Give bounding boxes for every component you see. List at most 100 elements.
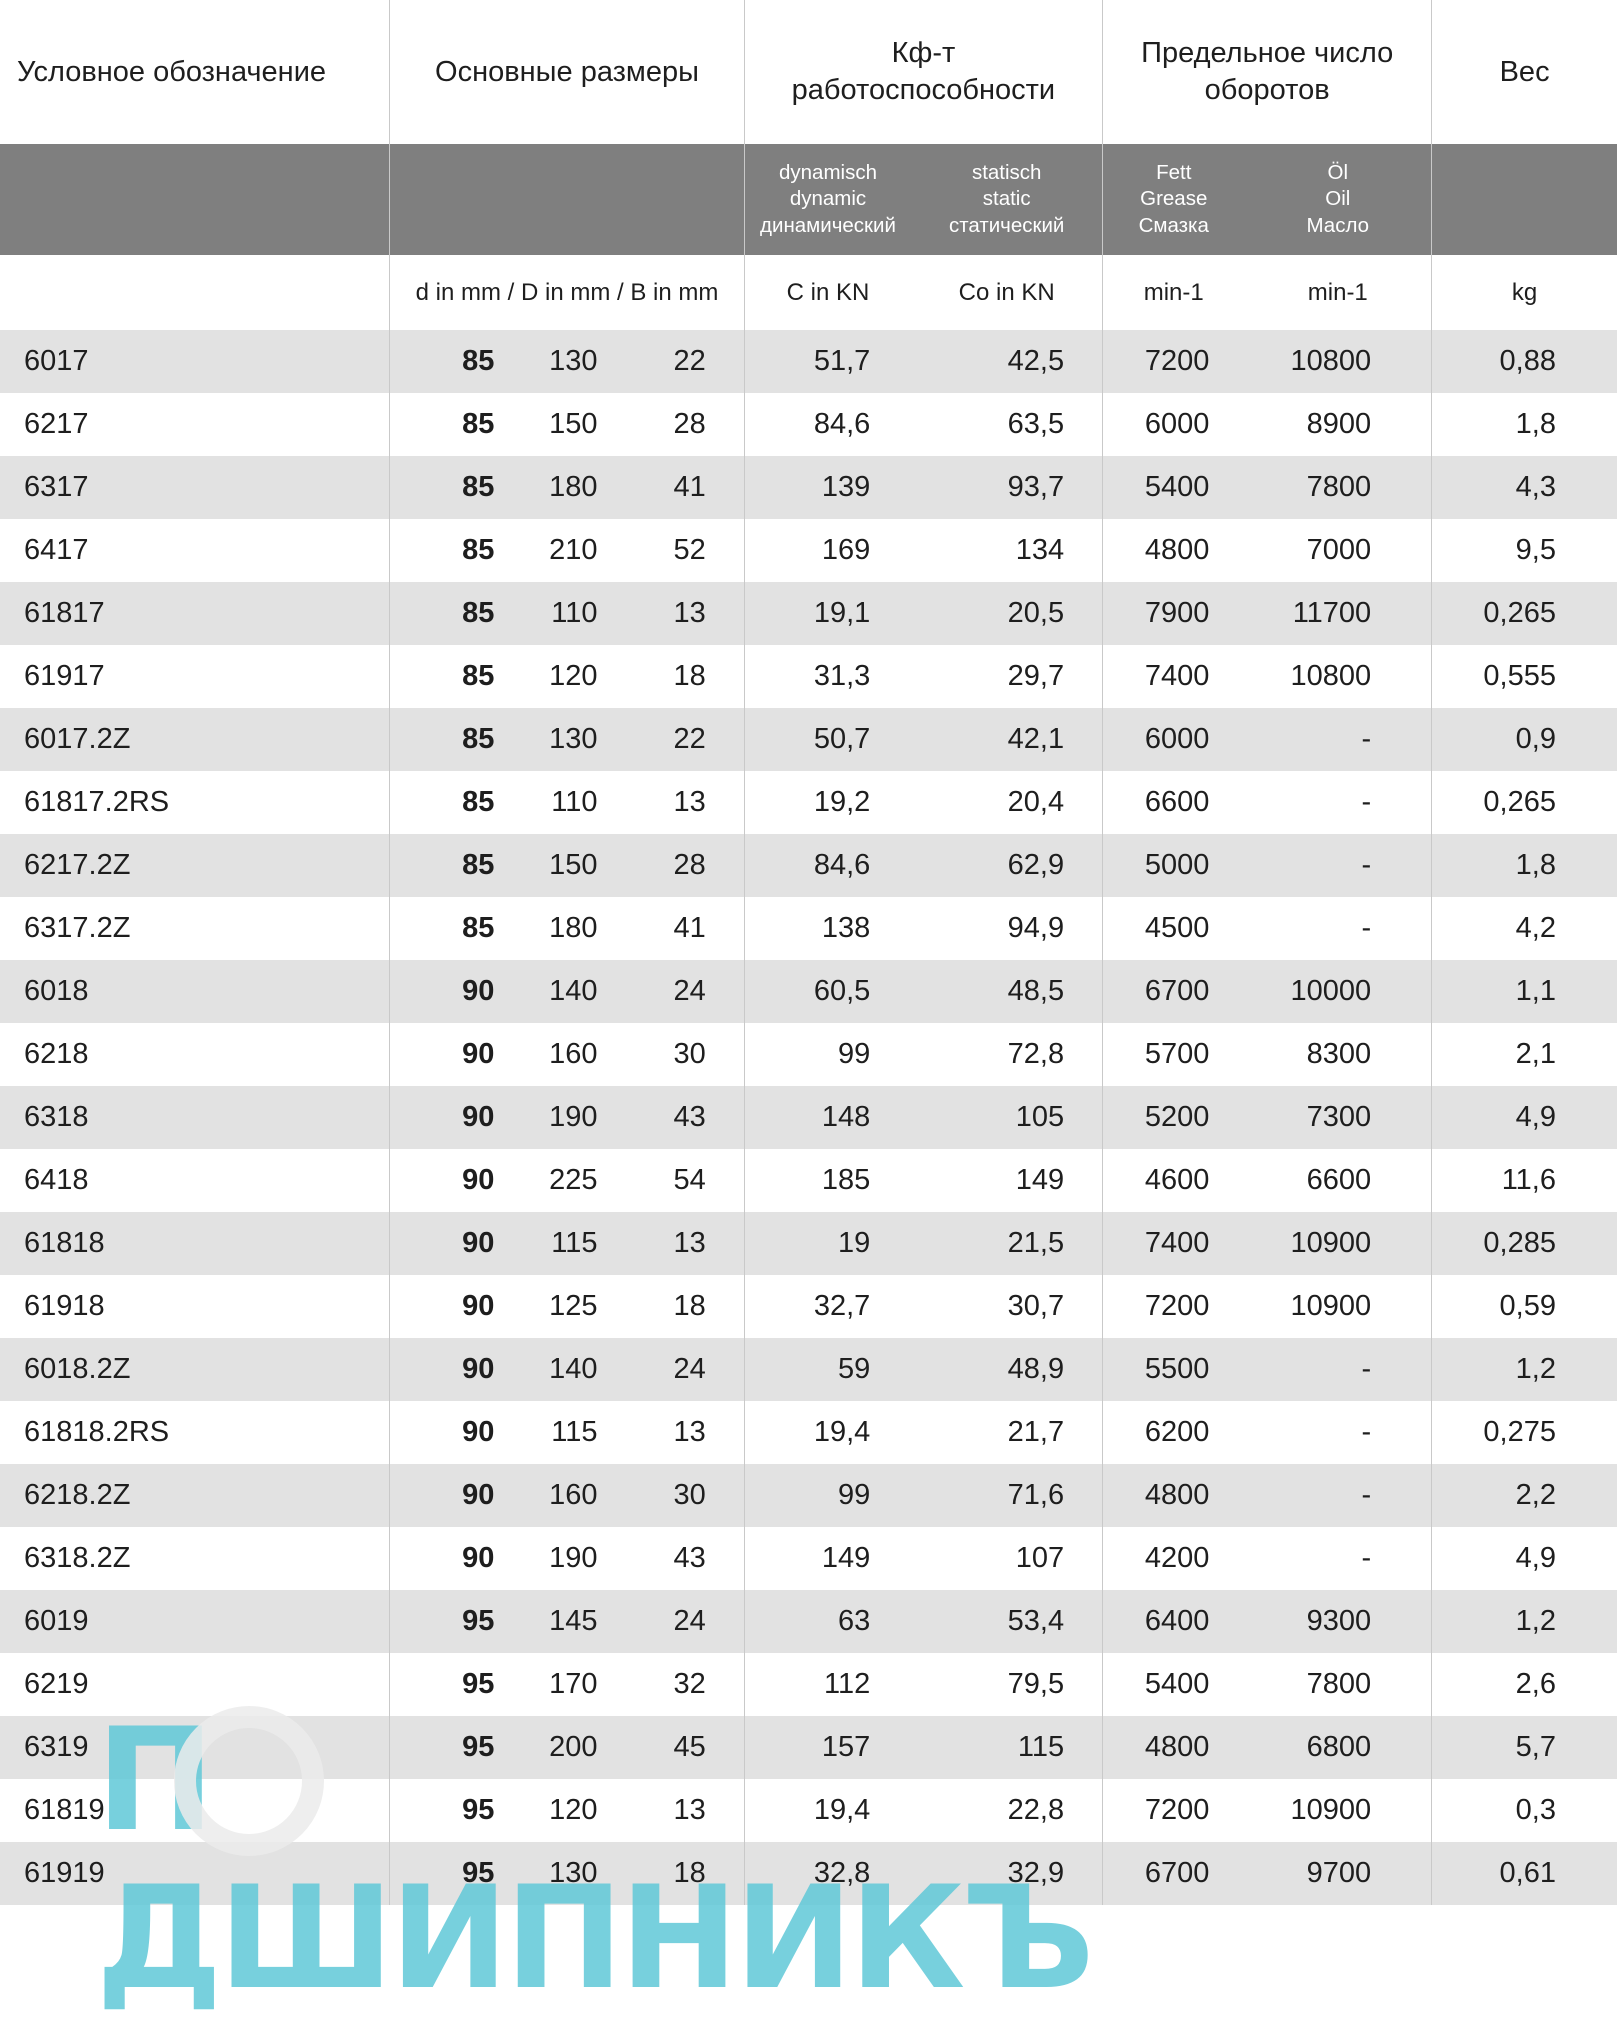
oil-speed-cell: 7000 xyxy=(1244,519,1433,582)
subheader-dynamic-de: dynamisch xyxy=(778,160,877,184)
c-cell: 32,7 xyxy=(813,1290,871,1322)
outer-d-cell: 145 xyxy=(521,1590,610,1653)
outer-d-cell: 190 xyxy=(549,1542,598,1574)
b-cell: 24 xyxy=(609,960,745,1023)
designation-cell: 6319 xyxy=(0,1716,391,1779)
unit-oil: min-1 xyxy=(1244,255,1433,330)
weight-cell: 4,3 xyxy=(1431,456,1617,519)
table-row: 61918 90 125 18 32,7 30,7 7200 10900 0,59 xyxy=(0,1275,1617,1338)
weight-cell: 0,88 xyxy=(1431,330,1617,393)
outer-d-cell: 160 xyxy=(549,1038,598,1070)
b-cell: 13 xyxy=(609,582,745,645)
unit-designation-empty xyxy=(0,255,391,330)
b-cell: 41 xyxy=(609,897,745,960)
d-cell: 90 xyxy=(389,1338,522,1401)
co-cell: 48,9 xyxy=(911,1338,1104,1401)
outer-d-cell: 180 xyxy=(521,456,610,519)
b-cell: 13 xyxy=(609,771,745,834)
header-load-line1: Кф-т xyxy=(891,37,956,69)
b-cell: 52 xyxy=(609,519,745,582)
co-cell: 93,7 xyxy=(911,456,1104,519)
grease-speed-cell: 4200 xyxy=(1144,1542,1210,1574)
table-row: 6018 90 140 24 60,5 48,5 6700 10000 1,1 xyxy=(0,960,1617,1023)
b-cell: 18 xyxy=(609,1842,745,1905)
grease-speed-cell: 5500 xyxy=(1102,1338,1245,1401)
unit-grease: min-1 xyxy=(1143,278,1204,306)
d-cell: 95 xyxy=(389,1590,522,1653)
subheader-static: statisch static статический xyxy=(911,144,1104,255)
weight-cell: 1,2 xyxy=(1431,1590,1617,1653)
table-row: 6317 85 180 41 139 93,7 5400 7800 4,3 xyxy=(0,456,1617,519)
header-speed-limit: Предельное число оборотов xyxy=(1102,0,1433,144)
grease-speed-cell: 4500 xyxy=(1144,912,1210,944)
c-cell: 19,2 xyxy=(813,786,871,818)
d-cell: 85 xyxy=(389,582,522,645)
c-cell: 185 xyxy=(821,1164,871,1196)
co-cell: 63,5 xyxy=(911,393,1104,456)
oil-speed-cell: - xyxy=(1244,708,1433,771)
co-cell: 32,9 xyxy=(911,1842,1104,1905)
designation-cell: 61818 xyxy=(0,1212,391,1275)
co-cell: 42,1 xyxy=(911,708,1104,771)
outer-d-cell: 150 xyxy=(549,408,598,440)
oil-speed-cell: - xyxy=(1244,834,1433,897)
header-speed-line2: оборотов xyxy=(1204,74,1330,106)
grease-speed-cell: 6700 xyxy=(1102,960,1245,1023)
oil-speed-cell: 8900 xyxy=(1244,393,1433,456)
oil-speed-cell: - xyxy=(1244,771,1433,834)
outer-d-cell: 110 xyxy=(521,582,610,645)
oil-speed-cell: 9700 xyxy=(1244,1842,1433,1905)
outer-d-cell: 130 xyxy=(521,330,610,393)
d-cell: 85 xyxy=(462,534,495,566)
d-cell: 85 xyxy=(462,912,495,944)
b-cell: 41 xyxy=(609,456,745,519)
grease-speed-cell: 4800 xyxy=(1102,1716,1245,1779)
oil-speed-cell: 10800 xyxy=(1244,330,1433,393)
b-cell: 30 xyxy=(609,1023,745,1086)
header-dimensions: Основные размеры xyxy=(389,0,745,144)
co-cell: 20,4 xyxy=(911,771,1104,834)
outer-d-cell: 200 xyxy=(521,1716,610,1779)
table-row: 61817 85 110 13 19,1 20,5 7900 11700 0,265 xyxy=(0,582,1617,645)
weight-cell: 0,9 xyxy=(1431,708,1617,771)
header-speed-line1: Предельное число xyxy=(1141,37,1394,69)
oil-speed-cell: 6600 xyxy=(1244,1149,1433,1212)
grease-speed-cell: 4800 xyxy=(1102,1464,1245,1527)
subheader-oil-ru: Масло xyxy=(1306,213,1370,237)
subheader-dynamic-ru: динамический xyxy=(760,213,896,237)
b-cell: 28 xyxy=(609,393,745,456)
b-cell: 24 xyxy=(609,1338,745,1401)
subheader-empty xyxy=(0,144,391,255)
header-row-titles: Условное обозначение Основные размеры Кф… xyxy=(0,0,1617,144)
designation-cell: 6218 xyxy=(0,1023,391,1086)
weight-cell: 0,61 xyxy=(1431,1842,1617,1905)
designation-cell: 6317 xyxy=(0,456,391,519)
c-cell: 31,3 xyxy=(813,660,871,692)
designation-cell: 6018.2Z xyxy=(0,1338,391,1401)
weight-cell: 1,8 xyxy=(1431,834,1617,897)
header-weight: Вес xyxy=(1499,55,1550,88)
d-cell: 95 xyxy=(389,1842,522,1905)
outer-d-cell: 160 xyxy=(521,1464,610,1527)
oil-speed-cell: 10000 xyxy=(1244,960,1433,1023)
grease-speed-cell: 5400 xyxy=(1102,456,1245,519)
designation-cell: 61917 xyxy=(0,645,391,708)
b-cell: 43 xyxy=(609,1086,745,1149)
c-cell: 148 xyxy=(744,1086,912,1149)
grease-speed-cell: 6600 xyxy=(1144,786,1210,818)
outer-d-cell: 140 xyxy=(521,1338,610,1401)
table-row: 6019 95 145 24 63 53,4 6400 9300 1,2 xyxy=(0,1590,1617,1653)
b-cell: 54 xyxy=(609,1149,745,1212)
table-row: 61818.2RS 90 115 13 19,4 21,7 6200 - 0,275 xyxy=(0,1401,1617,1464)
subheader-grease-ru: Смазка xyxy=(1138,213,1209,237)
designation-cell: 61919 xyxy=(0,1842,391,1905)
d-cell: 85 xyxy=(462,660,495,692)
designation-cell: 61819 xyxy=(0,1779,391,1842)
table-row: 61817.2RS 85 110 13 19,2 20,4 6600 - 0,265 xyxy=(0,771,1617,834)
bearing-table: Условное обозначение Основные размеры Кф… xyxy=(0,0,1617,1905)
designation-cell: 6217 xyxy=(0,393,391,456)
b-cell: 45 xyxy=(609,1716,745,1779)
co-cell: 94,9 xyxy=(911,897,1104,960)
grease-speed-cell: 7200 xyxy=(1144,1794,1210,1826)
outer-d-cell: 190 xyxy=(521,1086,610,1149)
